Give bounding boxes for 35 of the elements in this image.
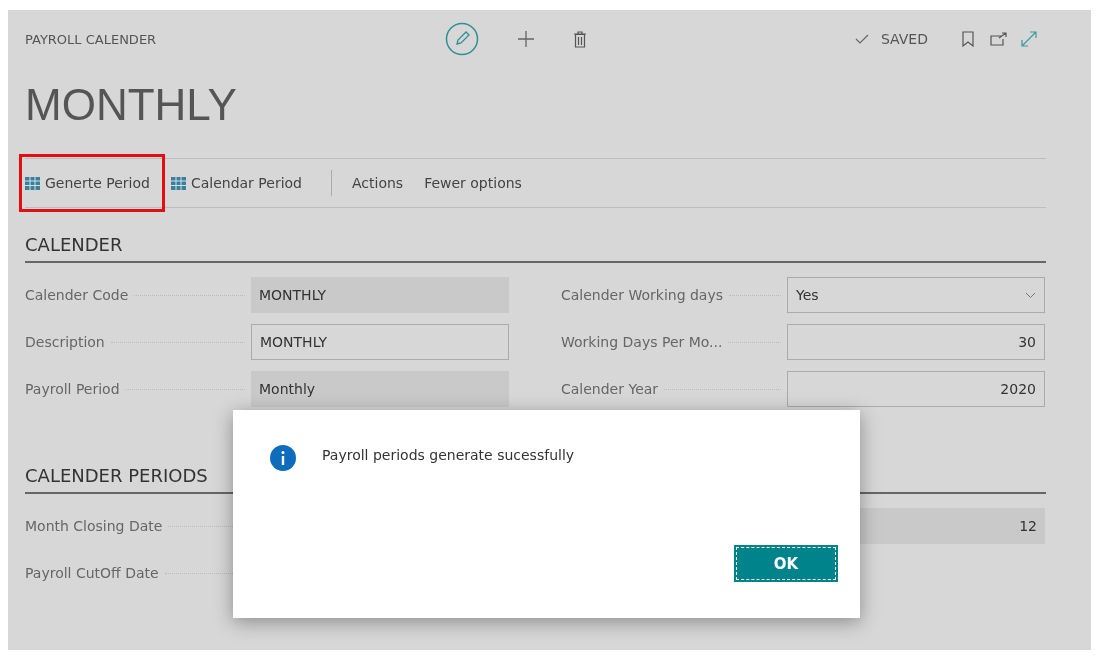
page-caption: PAYROLL CALENDER [25, 31, 158, 47]
field-label: Payroll CutOff Date [25, 565, 159, 581]
field-label: Description [25, 334, 105, 350]
readonly-field: MONTHLY [251, 277, 509, 313]
readonly-field: Monthly [251, 371, 509, 407]
add-icon[interactable] [517, 30, 535, 48]
input-field[interactable]: 30 [787, 324, 1045, 360]
chevron-down-icon [1025, 291, 1036, 299]
ok-button[interactable]: OK [734, 545, 838, 582]
action-button[interactable]: Actions [349, 154, 419, 212]
input-field[interactable]: 2020 [787, 371, 1045, 407]
table-icon [170, 176, 186, 190]
dialog-message: Payroll periods generate sucessfully [322, 447, 575, 463]
field-label: Working Days Per Mo... [561, 334, 723, 350]
expand-icon[interactable] [1020, 30, 1038, 48]
input-field[interactable]: MONTHLY [251, 324, 509, 360]
open-in-new-window-icon[interactable] [990, 32, 1008, 46]
saved-status: SAVED [880, 31, 928, 47]
table-icon [25, 176, 40, 190]
field-label: Calender Year [561, 381, 659, 397]
field-label: Calender Code [25, 287, 129, 303]
field-label: Calender Working days [561, 287, 724, 303]
edit-icon[interactable] [445, 22, 479, 56]
trash-icon[interactable] [573, 30, 587, 48]
page-title: MONTHLY [25, 80, 238, 131]
action-button[interactable]: Generte Period [19, 154, 165, 212]
field-label: Payroll Period [25, 381, 120, 397]
bookmark-icon[interactable] [962, 31, 974, 47]
field-label: Month Closing Date [25, 518, 163, 534]
action-button[interactable]: Calendar Period [167, 154, 317, 212]
dropdown-field[interactable]: Yes [787, 277, 1045, 313]
section-heading: CALENDER [25, 234, 1046, 263]
check-icon [854, 34, 869, 44]
action-button[interactable]: Fewer options [421, 154, 537, 212]
info-icon [270, 445, 296, 471]
